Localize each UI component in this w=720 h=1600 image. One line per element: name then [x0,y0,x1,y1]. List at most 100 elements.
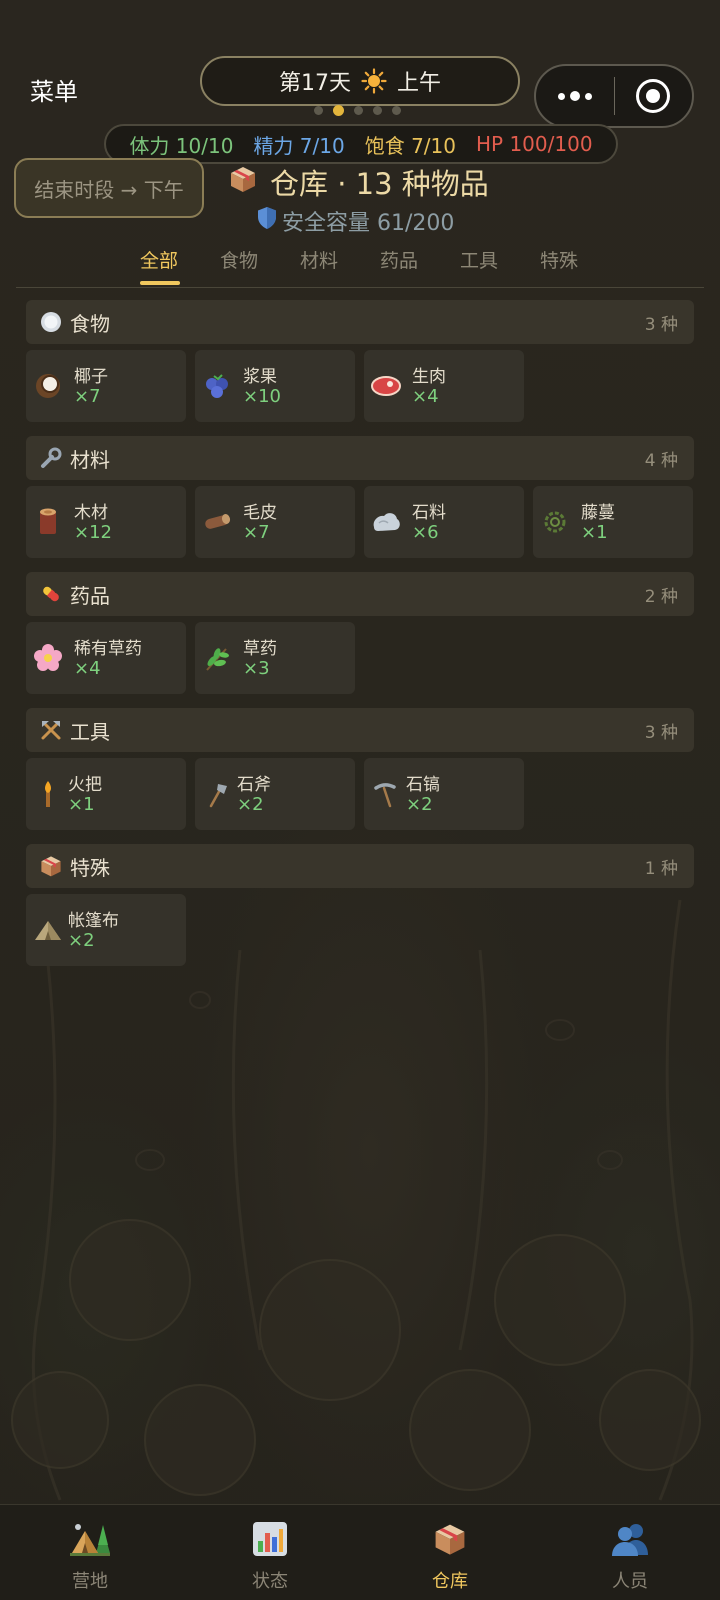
section-header-special: 特殊 1 种 [26,844,694,888]
item-name: 石镐 [406,775,440,795]
package-icon [430,1519,470,1559]
tab-special[interactable]: 特殊 [540,246,578,273]
section-header-materials: 材料 4 种 [26,436,694,480]
warehouse-title: 仓库 · 13 种物品 [228,162,489,202]
tools-icon [38,717,64,743]
capacity-text: 安全容量 61/200 [282,211,455,236]
dot-icon [584,92,592,100]
wrench-icon [38,445,64,471]
item-card-raw-meat[interactable]: 生肉 ×4 [364,350,524,422]
item-quantity: ×7 [74,386,101,407]
section-header-food: 食物 3 种 [26,300,694,344]
item-name: 帐篷布 [68,911,119,931]
section-count: 1 种 [644,858,678,879]
tab-medicine[interactable]: 药品 [380,246,418,273]
nav-label: 状态 [252,1571,288,1592]
item-card-wood[interactable]: 木材 ×12 [26,486,186,558]
stone-icon [370,506,402,538]
item-quantity: ×7 [243,522,270,543]
section-title: 食物 [70,311,110,336]
warehouse-capacity: 安全容量 61/200 [256,206,454,236]
item-name: 草药 [243,639,277,659]
menu-button[interactable]: 菜单 [30,72,78,107]
item-card-tent-cloth[interactable]: 帐篷布 ×2 [26,894,186,966]
tab-materials[interactable]: 材料 [300,246,338,273]
item-name: 藤蔓 [581,503,615,523]
item-quantity: ×1 [581,522,608,543]
close-miniprogram-button[interactable] [615,79,693,113]
chart-icon [250,1519,290,1559]
section-title: 药品 [70,583,110,608]
item-name: 火把 [68,775,102,795]
item-quantity: ×6 [412,522,439,543]
period-dot [354,106,363,115]
item-name: 石料 [412,503,446,523]
pill-icon [38,581,64,607]
end-period-button[interactable]: 结束时段 → 下午 [14,158,204,218]
nav-camp[interactable]: 营地 [30,1519,150,1593]
period-label: 上午 [396,71,441,96]
pickaxe-icon [370,778,402,810]
item-card-stone-pickaxe[interactable]: 石镐 ×2 [364,758,524,830]
nav-warehouse[interactable]: 仓库 [390,1519,510,1593]
section-title: 特殊 [70,855,110,880]
more-options-button[interactable] [536,91,614,101]
miniprogram-capsule [534,64,694,128]
active-tab-indicator [140,281,180,285]
box-icon [38,853,64,879]
period-dot-active [333,105,344,116]
item-card-torch[interactable]: 火把 ×1 [26,758,186,830]
period-dots [314,105,401,116]
period-dot [373,106,382,115]
warehouse-title-text: 仓库 · 13 种物品 [270,167,489,201]
section-count: 2 种 [644,586,678,607]
hp-stat: HP 100/100 [476,132,593,156]
camp-icon [70,1519,110,1559]
category-tabs: 全部 食物 材料 药品 工具 特殊 [16,240,704,288]
item-card-fur[interactable]: 毛皮 ×7 [195,486,355,558]
nav-label: 营地 [72,1571,108,1592]
item-card-stone[interactable]: 石料 ×6 [364,486,524,558]
day-time-indicator: 第17天 上午 [200,56,520,106]
nav-people[interactable]: 人员 [570,1519,690,1593]
section-header-medicine: 药品 2 种 [26,572,694,616]
section-header-tools: 工具 3 种 [26,708,694,752]
herb-icon [201,642,233,674]
item-card-berries[interactable]: 浆果 ×10 [195,350,355,422]
item-card-vine[interactable]: 藤蔓 ×1 [533,486,693,558]
section-count: 4 种 [644,450,678,471]
item-card-herb[interactable]: 草药 ×3 [195,622,355,694]
section-title: 材料 [70,447,110,472]
tent-cloth-icon [32,914,64,946]
energy-stat: 精力 7/10 [253,133,345,158]
tab-all[interactable]: 全部 [140,246,178,273]
item-card-rare-herb[interactable]: 稀有草药 ×4 [26,622,186,694]
dot-icon [557,92,565,100]
item-quantity: ×12 [74,522,112,543]
item-quantity: ×4 [74,658,101,679]
nav-label: 仓库 [432,1571,468,1592]
flower-icon [32,642,64,674]
vine-icon [539,506,571,538]
section-count: 3 种 [644,722,678,743]
item-quantity: ×2 [406,794,433,815]
raw-meat-icon [370,370,402,402]
item-name: 椰子 [74,367,108,387]
plate-icon [38,309,64,335]
item-card-stone-axe[interactable]: 石斧 ×2 [195,758,355,830]
period-dot [392,106,401,115]
item-name: 稀有草药 [74,639,142,659]
item-quantity: ×4 [412,386,439,407]
item-quantity: ×2 [68,930,95,951]
torch-icon [32,778,64,810]
nav-status[interactable]: 状态 [210,1519,330,1593]
tab-food[interactable]: 食物 [220,246,258,273]
period-dot [314,106,323,115]
bottom-navigation: 营地 状态 仓库 人员 [0,1504,720,1600]
target-icon [636,79,671,113]
item-card-coconut[interactable]: 椰子 ×7 [26,350,186,422]
tab-tools[interactable]: 工具 [460,246,498,273]
day-label: 第17天 [278,71,351,96]
fur-icon [201,506,233,538]
item-quantity: ×10 [243,386,281,407]
